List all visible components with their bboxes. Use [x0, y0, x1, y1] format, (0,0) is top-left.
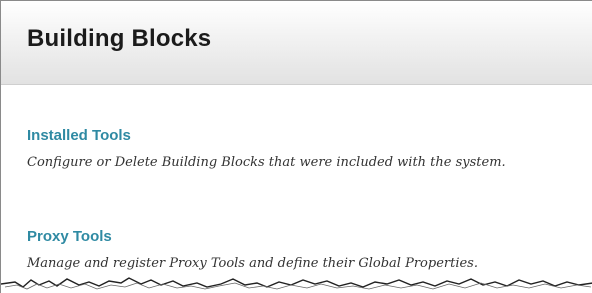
- building-blocks-panel: Building Blocks Installed Tools Configur…: [0, 0, 592, 293]
- proxy-tools-description: Manage and register Proxy Tools and defi…: [27, 256, 478, 271]
- torn-edge-graphic: [1, 277, 592, 293]
- installed-tools-link[interactable]: Installed Tools: [27, 127, 131, 144]
- proxy-tools-link[interactable]: Proxy Tools: [27, 228, 112, 245]
- installed-tools-description: Configure or Delete Building Blocks that…: [27, 155, 506, 170]
- page-title: Building Blocks: [27, 25, 212, 52]
- page-header: Building Blocks: [1, 1, 592, 85]
